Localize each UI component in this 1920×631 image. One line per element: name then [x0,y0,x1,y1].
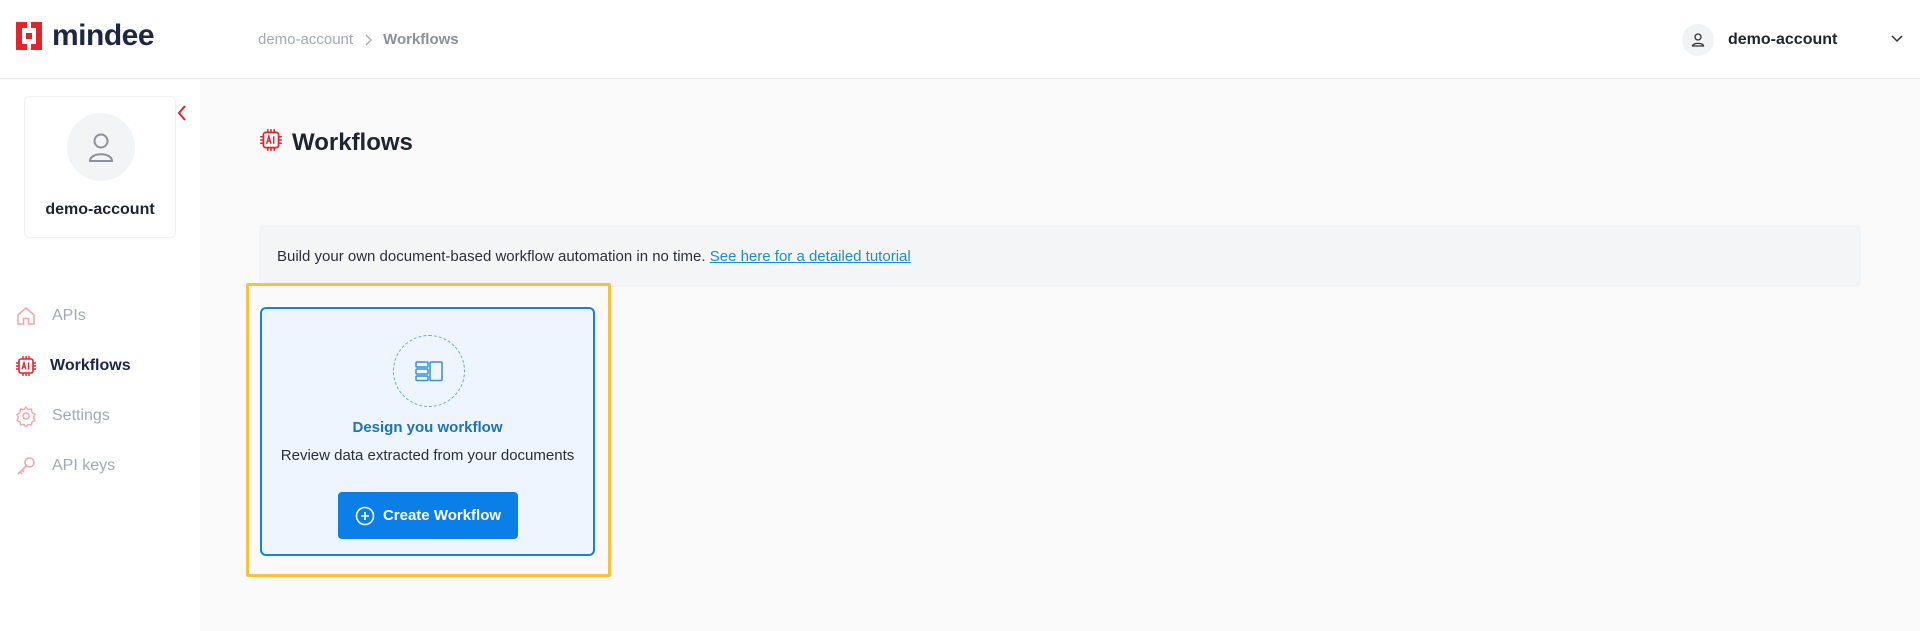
sidebar-item-api-keys[interactable]: API keys [14,452,115,480]
create-workflow-card: Design you workflow Review data extracte… [260,307,595,556]
sidebar-item-apis[interactable]: APIs [14,302,86,330]
mindee-logo-icon [14,20,44,52]
create-workflow-button[interactable]: Create Workflow [338,492,518,539]
sidebar-item-settings[interactable]: Settings [14,402,110,430]
info-text: Build your own document-based workflow a… [277,248,911,265]
card-description: Review data extracted from your document… [280,447,575,464]
chevron-left-icon [177,104,187,127]
key-icon [14,454,38,478]
sidebar-item-workflows[interactable]: Workflows [14,352,131,380]
sidebar-item-label: Settings [52,407,110,424]
brand-name: mindee [52,19,155,52]
page-title: Workflows [258,127,413,158]
account-name[interactable]: demo-account [1728,31,1837,49]
card-title: Design you workflow [352,419,503,436]
gear-icon [14,404,38,428]
mindee-logo[interactable]: mindee [14,19,155,52]
chevron-right-icon [359,30,377,50]
account-menu[interactable]: demo-account [1682,22,1837,58]
sidebar-item-label: APIs [52,307,86,324]
chevron-down-icon[interactable] [1888,30,1906,48]
info-banner: Build your own document-based workflow a… [259,225,1861,287]
sidebar: demo-account APIs Workflows Settings API… [0,80,200,631]
profile-card: demo-account [24,96,176,238]
user-icon [67,113,135,181]
ai-chip-icon [14,354,38,378]
user-icon [1682,24,1714,56]
ai-chip-icon [258,127,284,158]
breadcrumb-root[interactable]: demo-account [258,30,353,50]
collapse-sidebar-button[interactable] [174,104,190,126]
home-icon [14,304,38,328]
layout-panels-icon [393,335,465,407]
sidebar-item-label: Workflows [50,357,131,374]
create-workflow-label: Create Workflow [382,507,502,524]
page-title-text: Workflows [292,128,413,156]
sidebar-item-label: API keys [52,457,116,474]
breadcrumb: demo-account Workflows [258,30,459,50]
breadcrumb-current: Workflows [383,31,459,48]
plus-circle-icon [355,506,375,526]
info-message: Build your own document-based workflow a… [277,248,706,265]
top-bar: mindee demo-account Workflows demo-accou… [0,0,1920,79]
profile-name: demo-account [45,201,155,218]
tutorial-link[interactable]: See here for a detailed tutorial [710,248,911,265]
